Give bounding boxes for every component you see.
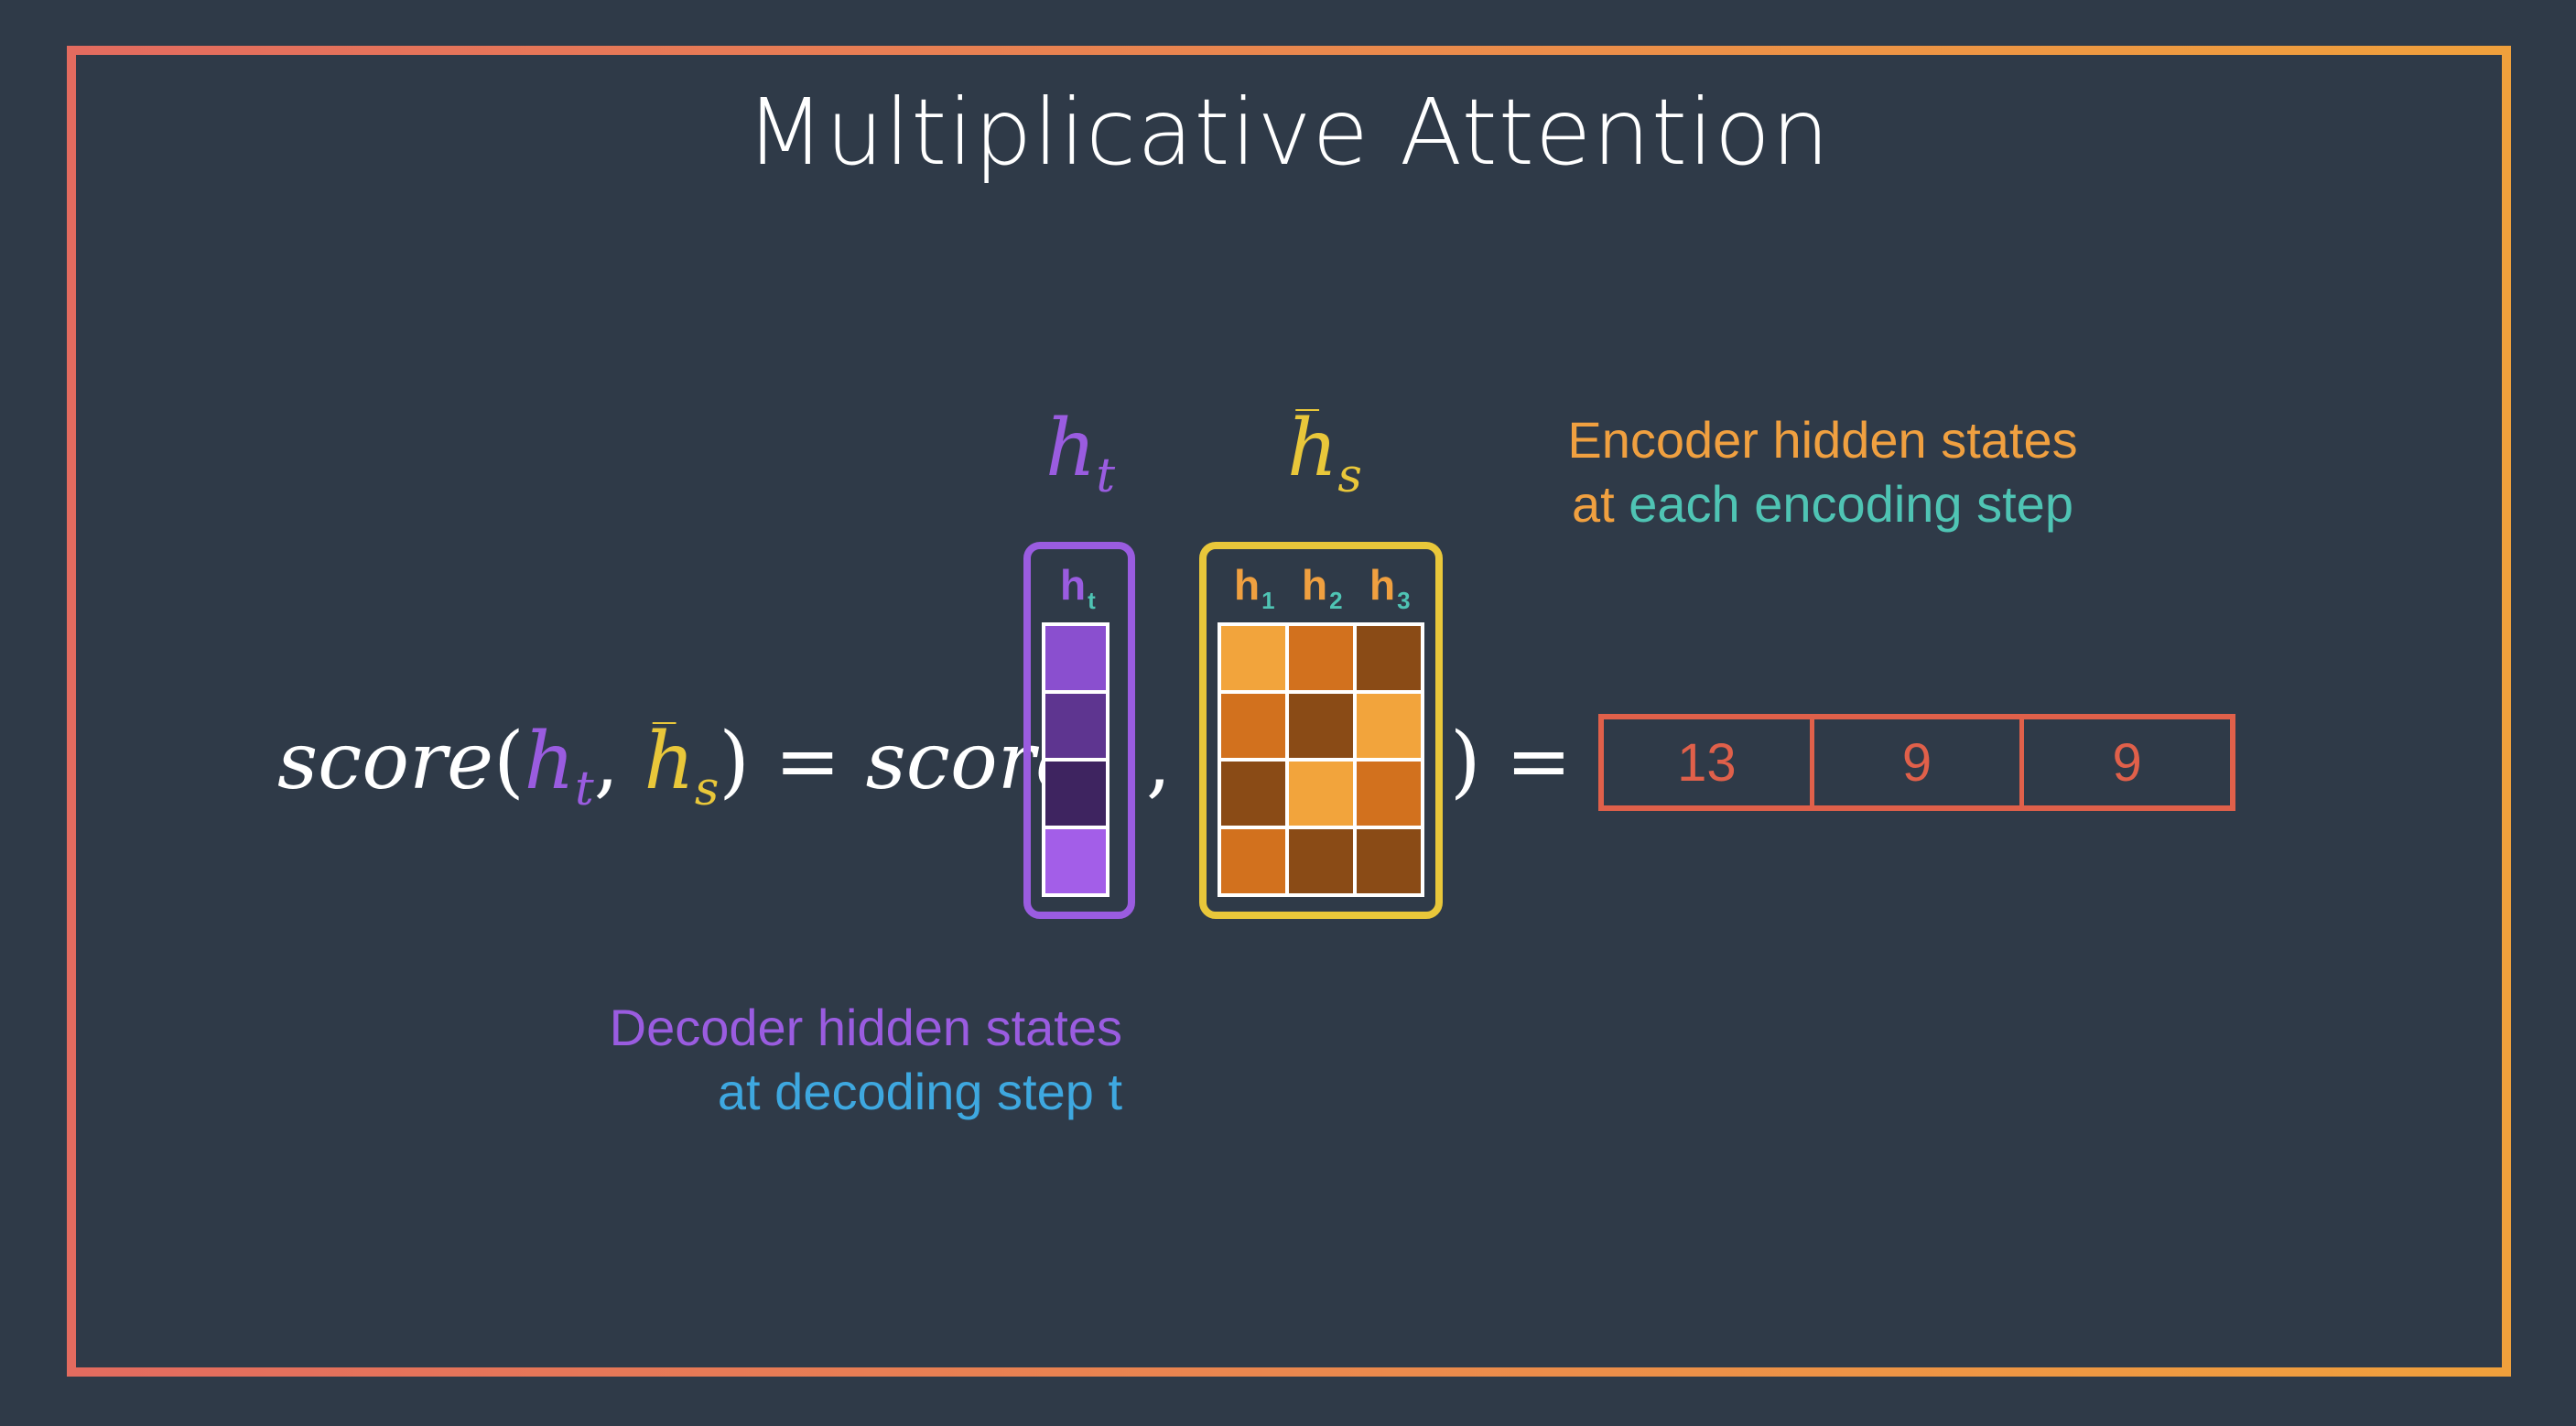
encoder-caption-line1: Encoder hidden states <box>1567 411 2078 469</box>
hs-symbol-sub: s <box>1337 448 1362 504</box>
decoder-cell <box>1042 690 1109 762</box>
slide-title: Multiplicative Attention <box>745 79 1831 186</box>
encoder-caption-line2: at each encoding step <box>1543 472 2102 536</box>
lhs-equals: = <box>774 716 841 807</box>
score-result-cell: 9 <box>2112 732 2142 793</box>
encoder-column-label-h: h <box>1234 561 1261 609</box>
lhs-h: h <box>524 716 576 807</box>
encoder-column-label: h3 <box>1369 560 1411 615</box>
encoder-column-label-sub: 1 <box>1261 587 1275 614</box>
lhs-hs: h ‾ <box>644 714 694 807</box>
score-result-vector: 13 9 9 <box>1598 714 2235 811</box>
encoder-column-label-h: h <box>1302 561 1328 609</box>
rhs-equals: = <box>1505 716 1572 807</box>
equation-lhs: score(ht, h‾s) = score( <box>277 714 1112 817</box>
lhs-close-paren: ) <box>719 716 750 807</box>
decoder-vector-label-sub: t <box>1088 587 1096 614</box>
ht-symbol-label: ht <box>1045 403 1115 503</box>
decoder-vector-label: ht <box>1060 560 1096 615</box>
rhs-close-equals: ) = <box>1450 716 1572 807</box>
encoder-column-label: h1 <box>1234 560 1275 615</box>
encoder-matrix-container: h1 h2 h3 <box>1199 542 1443 919</box>
encoder-cell <box>1285 826 1357 897</box>
ht-symbol-h: h <box>1045 403 1097 494</box>
encoder-cell <box>1218 826 1289 897</box>
decoder-vector-container: ht <box>1023 542 1135 919</box>
encoder-cell <box>1218 622 1289 694</box>
encoder-cell <box>1353 758 1424 829</box>
lhs-open-paren: ( <box>493 716 525 807</box>
score-result-cell: 13 <box>1604 719 1814 805</box>
encoder-cell <box>1218 690 1289 762</box>
decoder-vector-label-h: h <box>1060 561 1087 609</box>
decoder-cell <box>1042 826 1109 897</box>
hs-symbol-h: h ‾ <box>1287 401 1337 494</box>
decoder-caption-line2: at decoding step t <box>717 1063 1122 1120</box>
encoder-cell <box>1353 622 1424 694</box>
encoder-column-label-sub: 3 <box>1397 587 1411 614</box>
decoder-caption-line1: Decoder hidden states <box>609 999 1122 1056</box>
encoder-column-label-sub: 2 <box>1329 587 1343 614</box>
lhs-hs-bar: ‾ <box>652 714 676 770</box>
encoder-cell <box>1353 690 1424 762</box>
encoder-cell <box>1285 622 1357 694</box>
rhs-comma: , <box>1146 716 1172 807</box>
encoder-column-label: h2 <box>1302 560 1343 615</box>
lhs-score: score <box>277 716 494 807</box>
hs-symbol-label: h ‾ s <box>1287 401 1362 504</box>
encoder-column-label-h: h <box>1369 561 1396 609</box>
encoder-caption-prefix: at <box>1572 475 1615 533</box>
score-result-cell: 9 <box>1814 719 2025 805</box>
encoder-caption-rest: each encoding step <box>1629 475 2073 533</box>
slide: Multiplicative Attention ht h ‾ s Encoder … <box>0 0 2576 1426</box>
encoder-cell <box>1218 758 1289 829</box>
lhs-hs-sub: s <box>694 762 720 817</box>
decoder-cell <box>1042 758 1109 829</box>
decoder-cell <box>1042 622 1109 694</box>
lhs-h-sub: t <box>575 762 594 817</box>
ht-symbol-sub: t <box>1096 448 1116 504</box>
lhs-comma: , <box>593 716 644 807</box>
encoder-cell <box>1285 690 1357 762</box>
hs-symbol-bar: ‾ <box>1295 401 1320 457</box>
encoder-cell <box>1353 826 1424 897</box>
encoder-cell <box>1285 758 1357 829</box>
decoder-caption: Decoder hidden states at decoding step t <box>513 996 1122 1124</box>
encoder-caption: Encoder hidden states at each encoding s… <box>1543 408 2102 536</box>
